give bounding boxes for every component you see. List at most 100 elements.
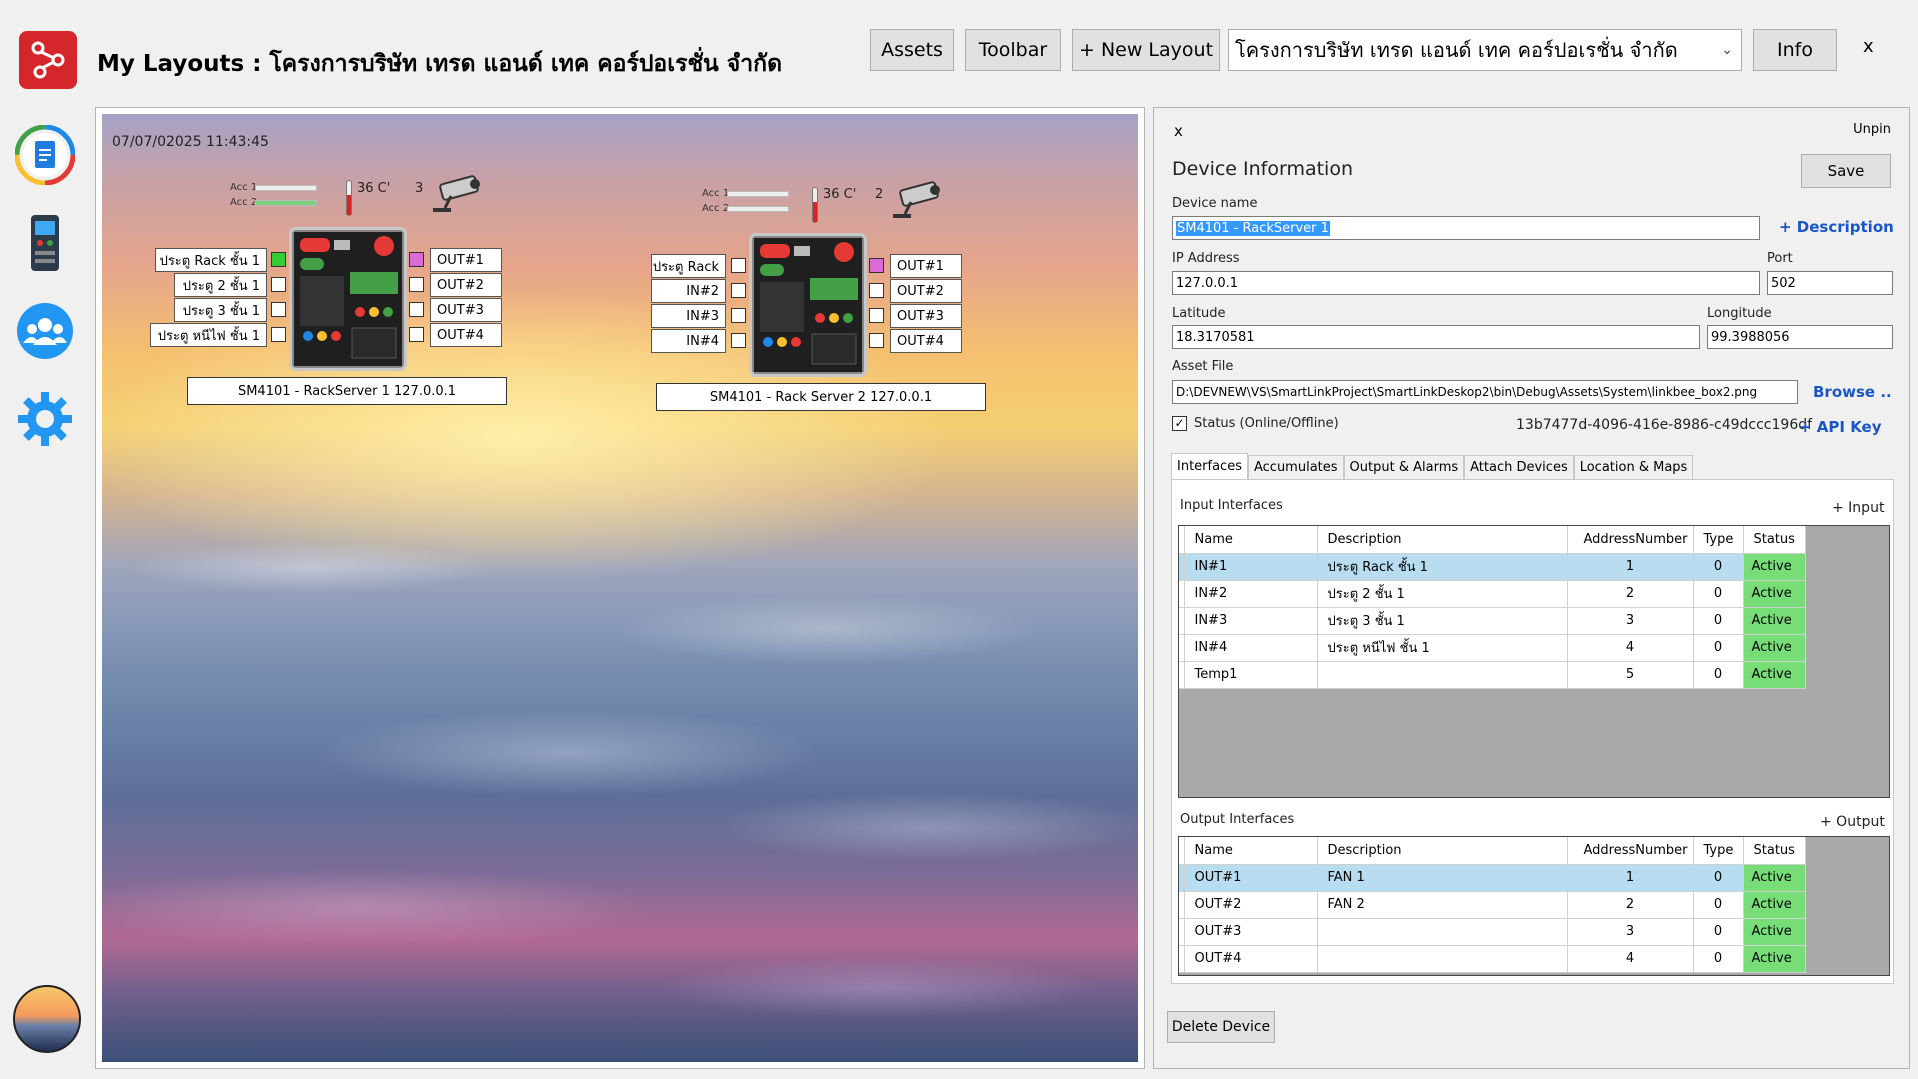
cell-address: 5 xyxy=(1567,661,1694,689)
input-label: ประตู หนีไฟ ชั้น 1 xyxy=(150,323,267,347)
asset-file-field[interactable]: D:\DEVNEW\VS\SmartLinkProject\SmartLinkD… xyxy=(1172,380,1798,404)
cell-description xyxy=(1317,661,1568,689)
cell-description: ประตู Rack ชั้น 1 xyxy=(1317,553,1568,581)
browse-link[interactable]: Browse .. xyxy=(1813,383,1892,401)
input-label: ประตู 2 ชั้น 1 xyxy=(174,273,267,297)
cell-name: OUT#4 xyxy=(1184,945,1318,973)
cell-address: 1 xyxy=(1567,553,1694,581)
device-name-field-label: Device name xyxy=(1172,196,1258,211)
acc-bar xyxy=(255,185,317,191)
thermometer-icon xyxy=(346,180,352,216)
device-widget[interactable]: Acc 1 Acc 2 36 C' 2 ประตู Rack IN#2 IN#3… xyxy=(572,114,992,424)
table-row[interactable]: OUT#3 3 0 Active xyxy=(1179,918,1806,946)
status-badge: Active xyxy=(1743,864,1806,892)
device-name-field[interactable]: SM4101 - RackServer 1 xyxy=(1172,216,1760,240)
add-input-link[interactable]: + Input xyxy=(1832,500,1884,516)
camera-icon[interactable] xyxy=(887,180,943,224)
input-label: ประตู Rack ชั้น 1 xyxy=(155,248,267,272)
column-header[interactable]: Type xyxy=(1693,837,1744,865)
background-image-icon[interactable] xyxy=(13,985,81,1053)
cell-address: 3 xyxy=(1567,918,1694,946)
add-description-link[interactable]: + Description xyxy=(1779,218,1894,236)
cell-name: IN#1 xyxy=(1184,553,1318,581)
column-header[interactable]: Type xyxy=(1693,526,1744,554)
page-title: My Layouts : โครงการบริษัท เทรด แอนด์ เท… xyxy=(97,51,783,77)
output-label: OUT#3 xyxy=(890,304,962,328)
delete-device-button[interactable]: Delete Device xyxy=(1167,1011,1275,1043)
column-header[interactable]: Description xyxy=(1317,837,1568,865)
tab-location-maps[interactable]: Location & Maps xyxy=(1573,455,1694,479)
acc-bar xyxy=(255,200,317,206)
layout-select[interactable]: โครงการบริษัท เทรด แอนด์ เทค คอร์ปอเรชั่… xyxy=(1228,29,1742,71)
assets-button[interactable]: Assets xyxy=(870,29,954,71)
new-layout-button[interactable]: + New Layout xyxy=(1072,29,1220,71)
acc-bar xyxy=(727,206,789,212)
status-checkbox[interactable]: ✓ xyxy=(1172,416,1187,431)
camera-icon[interactable] xyxy=(427,174,483,218)
device-widget[interactable]: Acc 1 Acc 2 36 C' 3 ประตู Rack ชั้น 1 ปร… xyxy=(102,114,582,414)
port-field-label: Port xyxy=(1767,251,1793,266)
column-header[interactable]: Status xyxy=(1743,526,1806,554)
status-badge: Active xyxy=(1743,918,1806,946)
table-row[interactable]: IN#3 ประตู 3 ชั้น 1 3 0 Active xyxy=(1179,607,1806,635)
device-image[interactable] xyxy=(752,236,864,374)
device-icon[interactable] xyxy=(14,212,76,274)
status-badge: Active xyxy=(1743,553,1806,581)
column-header[interactable]: AddressNumber xyxy=(1567,526,1694,554)
device-image[interactable] xyxy=(292,230,404,368)
cell-description: FAN 2 xyxy=(1317,891,1568,919)
acc-label: Acc 2 xyxy=(230,197,258,208)
input-label: IN#3 xyxy=(651,304,726,328)
output-label: OUT#4 xyxy=(890,329,962,353)
add-api-key-link[interactable]: + API Key xyxy=(1799,418,1882,436)
device-info-panel: x Unpin Device Information Save Device n… xyxy=(1153,107,1910,1069)
latitude-field-label: Latitude xyxy=(1172,306,1226,321)
cell-address: 1 xyxy=(1567,864,1694,892)
output-label: OUT#2 xyxy=(430,273,502,297)
output-label: OUT#1 xyxy=(430,248,502,272)
tab-interfaces[interactable]: Interfaces xyxy=(1171,453,1248,479)
table-row[interactable]: IN#2 ประตู 2 ชั้น 1 2 0 Active xyxy=(1179,580,1806,608)
tab-output-alarms[interactable]: Output & Alarms xyxy=(1343,455,1465,479)
camera-count: 2 xyxy=(875,187,884,202)
column-header[interactable]: Description xyxy=(1317,526,1568,554)
interfaces-tab-pane: Input Interfaces + Input Name Descriptio… xyxy=(1171,479,1894,984)
tab-attach-devices[interactable]: Attach Devices xyxy=(1464,455,1574,479)
ip-address-field[interactable]: 127.0.0.1 xyxy=(1172,271,1760,295)
close-icon[interactable]: x xyxy=(1863,36,1874,57)
input-label: IN#4 xyxy=(651,329,726,353)
chevron-down-icon: ⌄ xyxy=(1721,42,1733,58)
longitude-field[interactable]: 99.3988056 xyxy=(1707,325,1893,349)
canvas-background: 07/07/02025 11:43:45 Acc 1 Acc 2 36 C' 3… xyxy=(102,114,1138,1062)
table-row[interactable]: OUT#1 FAN 1 1 0 Active xyxy=(1179,864,1806,892)
output-indicator xyxy=(409,302,424,317)
input-indicator xyxy=(271,277,286,292)
table-row[interactable]: IN#4 ประตู หนีไฟ ชั้น 1 4 0 Active xyxy=(1179,634,1806,662)
table-row[interactable]: IN#1 ประตู Rack ชั้น 1 1 0 Active xyxy=(1179,553,1806,581)
unpin-button[interactable]: Unpin xyxy=(1853,122,1891,137)
tab-accumulates[interactable]: Accumulates xyxy=(1247,455,1344,479)
users-icon[interactable] xyxy=(14,300,76,362)
add-output-link[interactable]: + Output xyxy=(1820,814,1885,830)
table-row[interactable]: Temp1 5 0 Active xyxy=(1179,661,1806,689)
cell-description: ประตู 2 ชั้น 1 xyxy=(1317,580,1568,608)
column-header[interactable]: Name xyxy=(1184,837,1318,865)
table-row[interactable]: OUT#2 FAN 2 2 0 Active xyxy=(1179,891,1806,919)
cell-address: 4 xyxy=(1567,634,1694,662)
panel-close-button[interactable]: x xyxy=(1174,122,1183,140)
save-button[interactable]: Save xyxy=(1801,154,1891,188)
info-button[interactable]: Info xyxy=(1753,29,1837,71)
toolbar-button[interactable]: Toolbar xyxy=(965,29,1061,71)
column-header[interactable]: Status xyxy=(1743,837,1806,865)
port-field[interactable]: 502 xyxy=(1767,271,1893,295)
table-row[interactable]: OUT#4 4 0 Active xyxy=(1179,945,1806,973)
document-icon[interactable] xyxy=(14,124,76,186)
camera-count: 3 xyxy=(415,181,424,196)
column-header[interactable]: AddressNumber xyxy=(1567,837,1694,865)
cell-type: 0 xyxy=(1693,661,1744,689)
column-header[interactable]: Name xyxy=(1184,526,1318,554)
gear-icon[interactable] xyxy=(14,388,76,450)
cell-name: Temp1 xyxy=(1184,661,1318,689)
cell-address: 2 xyxy=(1567,891,1694,919)
latitude-field[interactable]: 18.3170581 xyxy=(1172,325,1700,349)
